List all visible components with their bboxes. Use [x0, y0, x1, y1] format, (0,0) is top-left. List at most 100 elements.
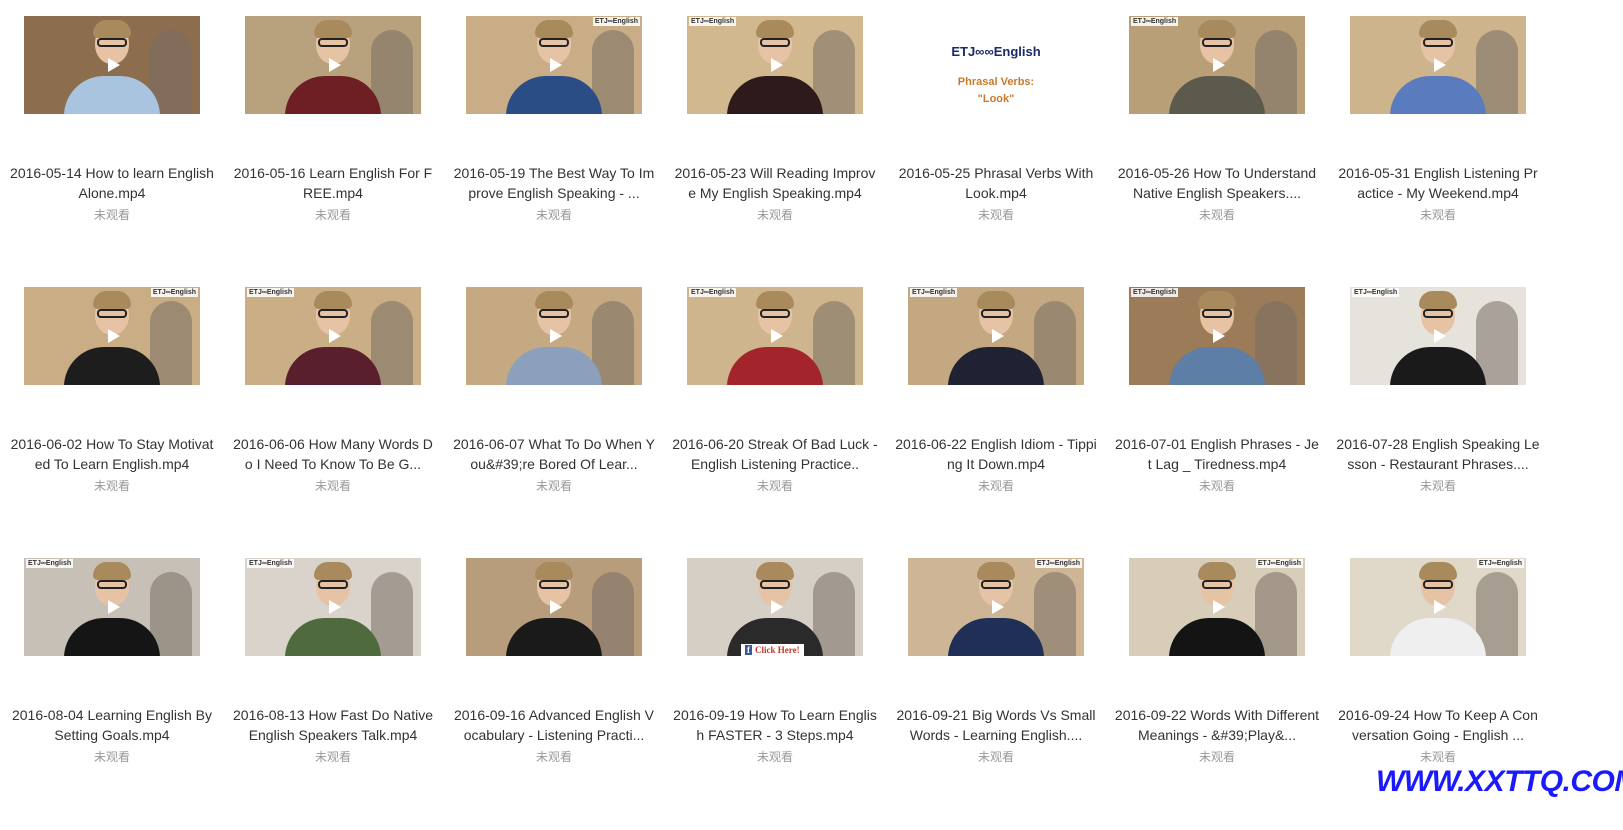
video-thumbnail[interactable]: ETJ∞English: [1129, 16, 1305, 114]
video-title[interactable]: 2016-09-24 How To Keep A Conversation Go…: [1335, 705, 1541, 745]
video-thumbnail[interactable]: [466, 558, 642, 656]
video-title[interactable]: 2016-05-23 Will Reading Improve My Engli…: [672, 163, 878, 203]
video-card[interactable]: ETJ∞English 2016-05-23 Will Reading Impro…: [669, 16, 881, 287]
channel-logo: ETJ∞English: [150, 288, 198, 297]
video-card[interactable]: ETJ∞English 2016-08-04 Learning English B…: [6, 558, 218, 829]
video-thumbnail[interactable]: ETJ∞∞English Phrasal Verbs: "Look": [908, 16, 1084, 114]
video-card[interactable]: 2016-05-16 Learn English For FREE.mp4 未观看: [227, 16, 439, 287]
video-thumbnail[interactable]: f Click Here!: [687, 558, 863, 656]
play-icon[interactable]: [1213, 600, 1225, 614]
play-icon[interactable]: [108, 600, 120, 614]
video-thumbnail[interactable]: [245, 16, 421, 114]
video-thumbnail[interactable]: [466, 287, 642, 385]
video-thumbnail[interactable]: [1350, 16, 1526, 114]
presenter-hair: [756, 291, 794, 309]
play-icon[interactable]: [550, 600, 562, 614]
video-thumbnail[interactable]: ETJ∞English: [1129, 287, 1305, 385]
video-card[interactable]: 2016-09-16 Advanced English Vocabulary -…: [448, 558, 660, 829]
video-thumbnail[interactable]: ETJ∞English: [245, 287, 421, 385]
video-thumbnail[interactable]: ETJ∞English: [1350, 558, 1526, 656]
video-grid: 2016-05-14 How to learn English Alone.mp…: [6, 16, 1544, 829]
presenter-hair: [1198, 291, 1236, 309]
video-thumbnail[interactable]: ETJ∞English: [245, 558, 421, 656]
play-icon[interactable]: [992, 600, 1004, 614]
video-title[interactable]: 2016-06-22 English Idiom - Tipping It Do…: [893, 434, 1099, 474]
title-card-logo: ETJ∞∞English: [951, 44, 1041, 59]
play-icon[interactable]: [992, 329, 1004, 343]
video-thumbnail[interactable]: ETJ∞English: [908, 558, 1084, 656]
video-title[interactable]: 2016-08-04 Learning English By Setting G…: [9, 705, 215, 745]
play-icon[interactable]: [1434, 58, 1446, 72]
video-title[interactable]: 2016-06-20 Streak Of Bad Luck - English …: [672, 434, 878, 474]
play-icon[interactable]: [329, 600, 341, 614]
video-card[interactable]: ETJ∞English 2016-08-13 How Fast Do Native…: [227, 558, 439, 829]
watch-status: 未观看: [1419, 479, 1456, 493]
play-icon[interactable]: [550, 58, 562, 72]
play-icon[interactable]: [329, 329, 341, 343]
video-title[interactable]: 2016-05-25 Phrasal Verbs With Look.mp4: [893, 163, 1099, 203]
video-thumbnail[interactable]: ETJ∞English: [687, 287, 863, 385]
presenter-hair: [93, 291, 131, 309]
video-title[interactable]: 2016-07-28 English Speaking Lesson - Res…: [1335, 434, 1541, 474]
channel-logo: ETJ∞English: [1352, 288, 1400, 297]
video-card[interactable]: ETJ∞English 2016-06-22 English Idiom - Ti…: [890, 287, 1102, 558]
video-card[interactable]: 2016-05-14 How to learn English Alone.mp…: [6, 16, 218, 287]
presenter-hair: [1419, 562, 1457, 580]
play-icon[interactable]: [1434, 329, 1446, 343]
presenter-hair: [977, 291, 1015, 309]
video-title[interactable]: 2016-05-26 How To Understand Native Engl…: [1114, 163, 1320, 203]
video-thumbnail[interactable]: [24, 16, 200, 114]
glasses-icon: [1423, 309, 1453, 318]
video-title[interactable]: 2016-06-02 How To Stay Motivated To Lear…: [9, 434, 215, 474]
play-icon[interactable]: [771, 600, 783, 614]
video-title[interactable]: 2016-08-13 How Fast Do Native English Sp…: [230, 705, 436, 745]
video-card[interactable]: 2016-05-31 English Listening Practice - …: [1332, 16, 1544, 287]
video-card[interactable]: f Click Here! 2016-09-19 How To Learn Engl…: [669, 558, 881, 829]
video-card[interactable]: ETJ∞English 2016-06-02 How To Stay Motiva…: [6, 287, 218, 558]
video-title[interactable]: 2016-05-16 Learn English For FREE.mp4: [230, 163, 436, 203]
video-thumbnail[interactable]: ETJ∞English: [1350, 287, 1526, 385]
video-title[interactable]: 2016-06-06 How Many Words Do I Need To K…: [230, 434, 436, 474]
play-icon[interactable]: [329, 58, 341, 72]
glasses-icon: [760, 309, 790, 318]
video-thumbnail[interactable]: ETJ∞English: [466, 16, 642, 114]
video-card[interactable]: ETJ∞∞English Phrasal Verbs: "Look" 2016-05…: [890, 16, 1102, 287]
video-card[interactable]: 2016-06-07 What To Do When You&#39;re Bo…: [448, 287, 660, 558]
play-icon[interactable]: [1213, 329, 1225, 343]
glasses-icon: [318, 309, 348, 318]
video-thumbnail[interactable]: ETJ∞English: [687, 16, 863, 114]
video-title[interactable]: 2016-05-14 How to learn English Alone.mp…: [9, 163, 215, 203]
video-thumbnail[interactable]: ETJ∞English: [1129, 558, 1305, 656]
video-title[interactable]: 2016-09-21 Big Words Vs Small Words - Le…: [893, 705, 1099, 745]
video-title[interactable]: 2016-09-22 Words With Different Meanings…: [1114, 705, 1320, 745]
watch-status: 未观看: [314, 479, 351, 493]
video-thumbnail[interactable]: ETJ∞English: [24, 558, 200, 656]
video-card[interactable]: ETJ∞English 2016-06-06 How Many Words Do …: [227, 287, 439, 558]
video-card[interactable]: ETJ∞English 2016-05-19 The Best Way To Im…: [448, 16, 660, 287]
video-title[interactable]: 2016-09-16 Advanced English Vocabulary -…: [451, 705, 657, 745]
video-title[interactable]: 2016-07-01 English Phrases - Jet Lag _ T…: [1114, 434, 1320, 474]
video-card[interactable]: ETJ∞English 2016-07-28 English Speaking L…: [1332, 287, 1544, 558]
video-card[interactable]: ETJ∞English 2016-09-21 Big Words Vs Small…: [890, 558, 1102, 829]
video-card[interactable]: ETJ∞English 2016-06-20 Streak Of Bad Luck…: [669, 287, 881, 558]
presenter-hair: [314, 562, 352, 580]
presenter-hair: [756, 20, 794, 38]
video-title[interactable]: 2016-05-31 English Listening Practice - …: [1335, 163, 1541, 203]
video-thumbnail[interactable]: ETJ∞English: [24, 287, 200, 385]
play-icon[interactable]: [1434, 600, 1446, 614]
watch-status: 未观看: [1419, 750, 1456, 764]
presenter-hair: [756, 562, 794, 580]
video-card[interactable]: ETJ∞English 2016-05-26 How To Understand …: [1111, 16, 1323, 287]
video-title[interactable]: 2016-06-07 What To Do When You&#39;re Bo…: [451, 434, 657, 474]
play-icon[interactable]: [108, 58, 120, 72]
play-icon[interactable]: [771, 329, 783, 343]
video-card[interactable]: ETJ∞English 2016-07-01 English Phrases - …: [1111, 287, 1323, 558]
play-icon[interactable]: [771, 58, 783, 72]
play-icon[interactable]: [550, 329, 562, 343]
play-icon[interactable]: [1213, 58, 1225, 72]
play-icon[interactable]: [108, 329, 120, 343]
video-title[interactable]: 2016-09-19 How To Learn English FASTER -…: [672, 705, 878, 745]
video-title[interactable]: 2016-05-19 The Best Way To Improve Engli…: [451, 163, 657, 203]
video-thumbnail[interactable]: ETJ∞English: [908, 287, 1084, 385]
video-card[interactable]: ETJ∞English 2016-09-22 Words With Differe…: [1111, 558, 1323, 829]
